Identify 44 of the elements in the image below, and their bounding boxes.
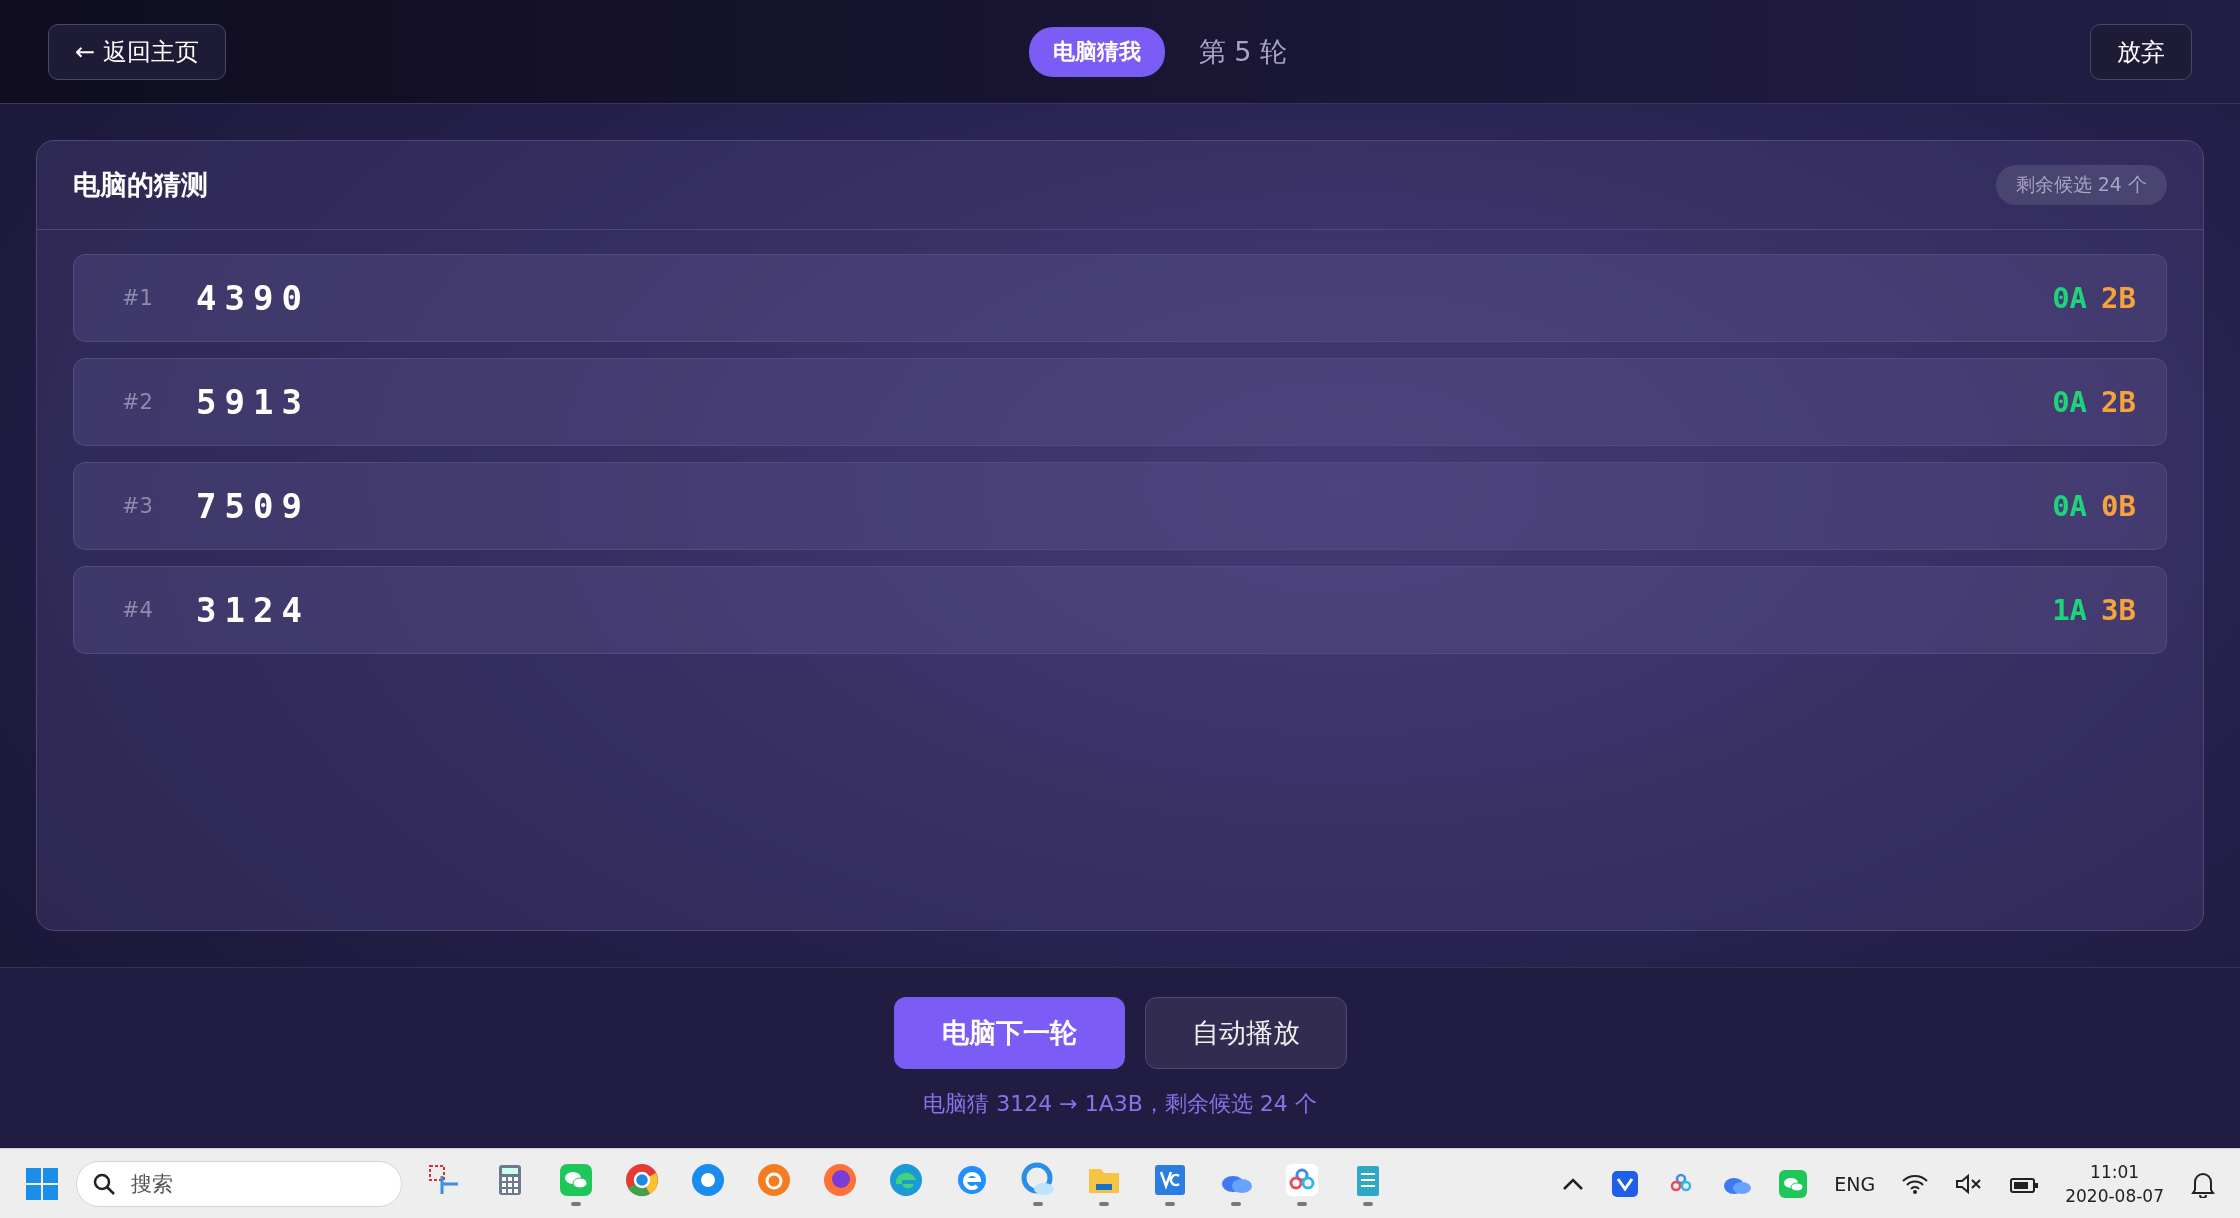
chrome-icon[interactable] bbox=[624, 1161, 660, 1198]
chat-icon[interactable] bbox=[1778, 1168, 1809, 1199]
wifi-icon[interactable] bbox=[1901, 1172, 1930, 1195]
b-score: 2B bbox=[2101, 385, 2136, 419]
rings-icon[interactable] bbox=[1284, 1161, 1320, 1198]
clock-date: 2020-08-07 bbox=[2065, 1185, 2164, 1206]
next-round-button[interactable]: 电脑下一轮 bbox=[893, 997, 1125, 1069]
panel-title: 电脑的猜测 bbox=[73, 168, 208, 202]
search-icon bbox=[92, 1171, 116, 1196]
round-label: 第 5 轮 bbox=[1198, 34, 1288, 69]
guess-number: 5913 bbox=[196, 382, 311, 422]
fox-icon[interactable] bbox=[756, 1161, 792, 1198]
remaining-badge: 剩余候选 24 个 bbox=[1995, 165, 2167, 205]
guess-index: #3 bbox=[122, 494, 154, 518]
guess-number: 3124 bbox=[196, 590, 311, 630]
b-score: 3B bbox=[2101, 593, 2136, 627]
firefox-icon[interactable] bbox=[822, 1161, 858, 1198]
guess-index: #2 bbox=[122, 390, 154, 414]
start-icon[interactable] bbox=[24, 1165, 60, 1202]
shield-icon[interactable] bbox=[1610, 1168, 1641, 1199]
guess-index: #1 bbox=[122, 286, 154, 310]
guess-number: 7509 bbox=[196, 486, 311, 526]
back-button[interactable]: ← 返回主页 bbox=[48, 23, 226, 80]
a-score: 0A bbox=[2052, 385, 2088, 419]
cloud-ring-icon[interactable] bbox=[1020, 1161, 1056, 1198]
autoplay-button[interactable]: 自动播放 bbox=[1144, 997, 1347, 1069]
edge-icon[interactable] bbox=[888, 1161, 924, 1198]
ring-icon[interactable] bbox=[690, 1161, 726, 1198]
mode-badge: 电脑猜我 bbox=[1028, 26, 1165, 77]
a-score: 1A bbox=[2052, 593, 2088, 627]
clock-time: 11:01 bbox=[2090, 1161, 2140, 1182]
b-score: 0B bbox=[2101, 489, 2136, 523]
guess-index: #4 bbox=[122, 598, 154, 622]
speaker-muted-icon[interactable] bbox=[1955, 1172, 1984, 1195]
language-indicator[interactable]: ENG bbox=[1834, 1172, 1876, 1195]
guess-number: 4390 bbox=[196, 278, 311, 318]
search-field[interactable]: 搜索 bbox=[76, 1160, 402, 1207]
a-score: 0A bbox=[2052, 281, 2088, 315]
status-message: 电脑猜 3124 → 1A3B，剩余候选 24 个 bbox=[923, 1090, 1317, 1118]
chevron-up-icon[interactable] bbox=[1562, 1176, 1585, 1191]
a-score: 0A bbox=[2052, 489, 2088, 523]
quit-button[interactable]: 放弃 bbox=[2090, 23, 2192, 80]
chat-icon[interactable] bbox=[558, 1161, 594, 1198]
b-score: 2B bbox=[2101, 281, 2136, 315]
